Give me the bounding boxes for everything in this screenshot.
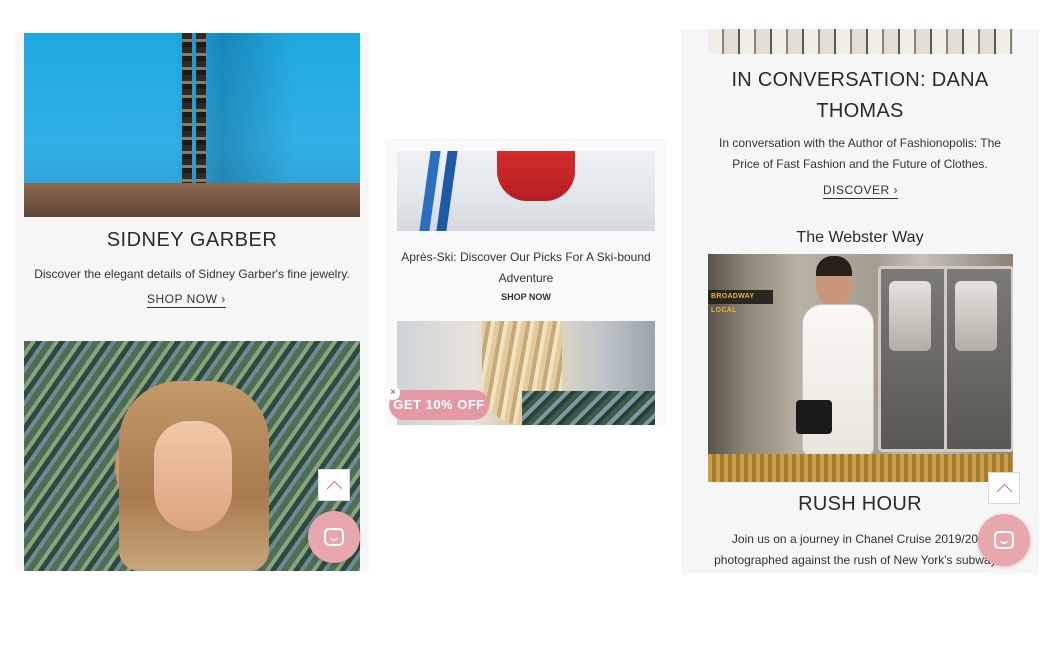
- jewelry-hero-image[interactable]: [24, 33, 360, 217]
- card-title[interactable]: Après-Ski: Discover Our Picks For A Ski-…: [395, 247, 657, 289]
- subway-sign: BROADWAY LOCAL: [708, 290, 773, 314]
- shop-now-link[interactable]: SHOP NOW ›: [147, 292, 226, 308]
- discover-link[interactable]: DISCOVER ›: [823, 183, 899, 199]
- sweater-graphic: [522, 391, 655, 425]
- chat-icon: [324, 528, 344, 546]
- subway-door-graphic: [944, 266, 1013, 452]
- shop-now-label: SHOP NOW: [147, 292, 218, 306]
- discover-label: DISCOVER: [823, 183, 890, 197]
- red-jacket-graphic: [497, 151, 575, 201]
- article-description: In conversation with the Author of Fashi…: [719, 136, 1001, 171]
- ski-graphic: [436, 151, 458, 231]
- shop-now-link[interactable]: SHOP NOW: [385, 292, 667, 302]
- close-icon[interactable]: ×: [386, 386, 400, 400]
- apres-ski-card: Après-Ski: Discover Our Picks For A Ski-…: [385, 139, 667, 426]
- article-description: Join us on a journey in Chanel Cruise 20…: [714, 532, 1006, 567]
- model-skin-graphic: [24, 183, 360, 217]
- chevron-right-icon: ›: [893, 183, 899, 197]
- section-heading: The Webster Way: [796, 229, 924, 246]
- subway-door-graphic: [878, 266, 948, 452]
- books-image[interactable]: [708, 29, 1013, 54]
- subway-model-image[interactable]: BROADWAY LOCAL: [708, 254, 1013, 482]
- discount-promo-button[interactable]: GET 10% OFF: [389, 390, 489, 420]
- ski-hero-image[interactable]: [397, 151, 655, 231]
- chevron-up-icon: [996, 483, 1012, 499]
- article-title[interactable]: IN CONVERSATION: DANA THOMAS: [701, 65, 1019, 127]
- sidney-garber-card: SIDNEY GARBER Discover the elegant detai…: [16, 33, 368, 571]
- card-description: Discover the elegant details of Sidney G…: [34, 267, 350, 281]
- handbag-graphic: [796, 400, 832, 434]
- chevron-up-icon: [326, 480, 342, 496]
- chevron-right-icon: ›: [221, 292, 226, 306]
- chat-launcher-button[interactable]: [978, 514, 1030, 566]
- chat-launcher-button[interactable]: [308, 511, 360, 563]
- scroll-to-top-button[interactable]: [988, 472, 1020, 504]
- article-title[interactable]: RUSH HOUR: [681, 493, 1039, 516]
- model-face-graphic: [154, 421, 232, 531]
- editorial-column: IN CONVERSATION: DANA THOMAS In conversa…: [681, 29, 1039, 574]
- model-head-graphic: [816, 256, 852, 306]
- chat-icon: [994, 531, 1014, 549]
- platform-edge-graphic: [708, 454, 1013, 482]
- card-title[interactable]: SIDNEY GARBER: [16, 229, 368, 252]
- scroll-to-top-button[interactable]: [318, 469, 350, 501]
